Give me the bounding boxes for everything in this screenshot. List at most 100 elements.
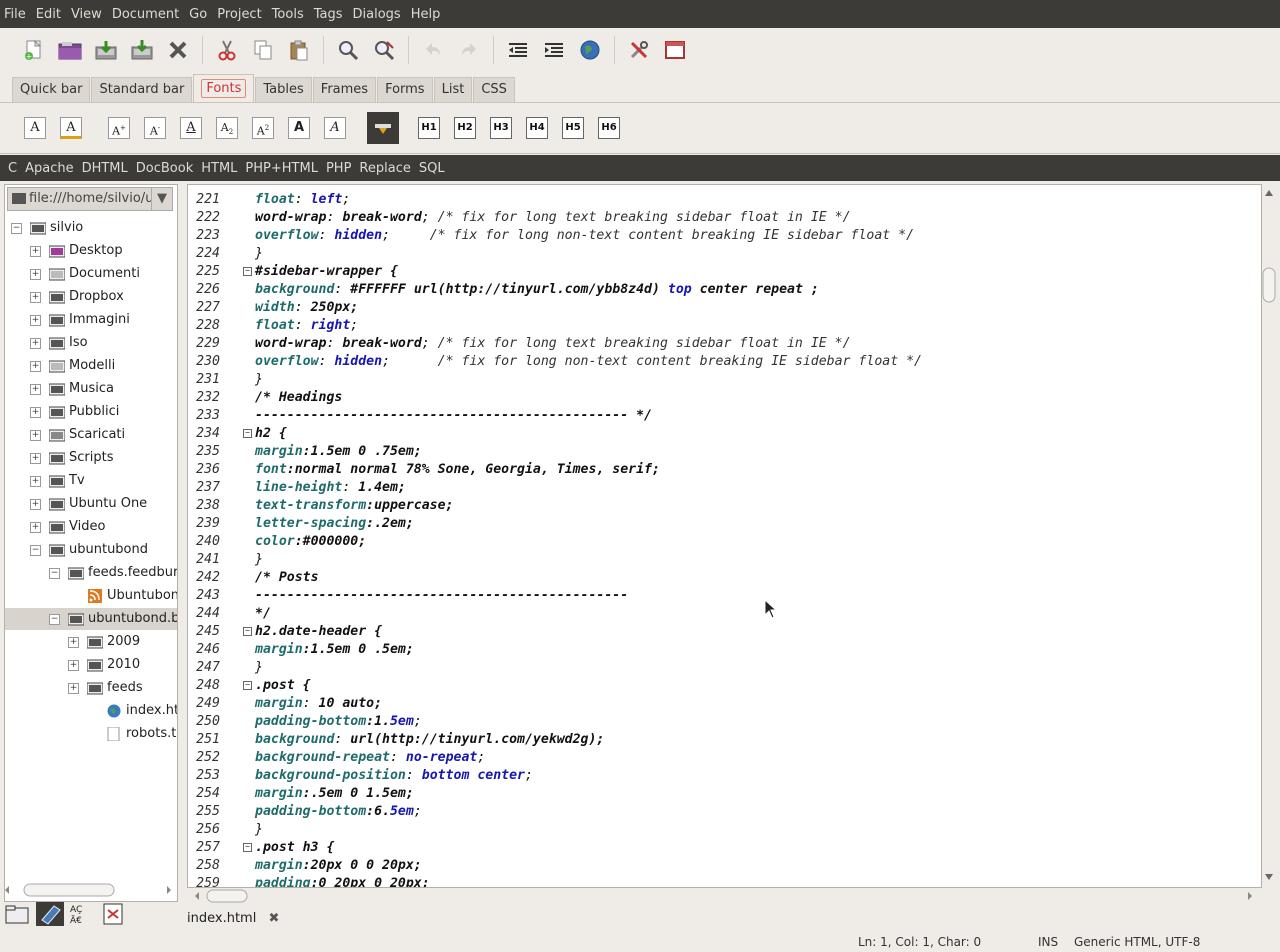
font-size-minus-icon[interactable]: A- xyxy=(144,117,166,139)
expand-icon[interactable]: + xyxy=(30,315,41,326)
fold-icon[interactable]: − xyxy=(243,843,252,852)
collapse-icon[interactable]: − xyxy=(49,568,60,579)
menu-item[interactable]: Dialogs xyxy=(348,7,406,22)
cut-icon[interactable] xyxy=(213,36,241,64)
expand-icon[interactable]: + xyxy=(30,430,41,441)
preferences-icon[interactable] xyxy=(625,36,653,64)
undo-icon[interactable] xyxy=(419,36,447,64)
copy-icon[interactable] xyxy=(249,36,277,64)
tree-item[interactable]: − ubuntubond.blogspot xyxy=(5,608,177,630)
snippet-menu-item[interactable]: Replace xyxy=(355,161,414,176)
save-icon[interactable] xyxy=(92,36,120,64)
tree-item[interactable]: + Dropbox xyxy=(5,286,177,308)
expand-icon[interactable]: + xyxy=(68,683,79,694)
underline-icon[interactable]: A xyxy=(180,117,202,139)
font-size-plus-icon[interactable]: A+ xyxy=(108,117,130,139)
tree-item[interactable]: + Tv xyxy=(5,470,177,492)
menu-item[interactable]: Go xyxy=(184,7,212,22)
tree-item[interactable]: + Video xyxy=(5,516,177,538)
menu-item[interactable]: Document xyxy=(107,7,184,22)
tree-item[interactable]: + Scripts xyxy=(5,447,177,469)
tree-item[interactable]: − silvio xyxy=(5,217,177,239)
chevron-down-icon[interactable]: ▼ xyxy=(151,188,172,210)
find-icon[interactable] xyxy=(334,36,362,64)
expand-icon[interactable]: + xyxy=(30,384,41,395)
bold-icon[interactable]: A xyxy=(288,117,310,139)
code-editor[interactable]: 221 float: left; 222 word-wrap: break-word;… xyxy=(187,184,1262,888)
expand-icon[interactable]: + xyxy=(68,637,79,648)
menu-item[interactable]: Tags xyxy=(309,7,348,22)
subscript-icon[interactable]: A2 xyxy=(216,117,238,139)
expand-icon[interactable]: + xyxy=(30,338,41,349)
document-tab[interactable]: index.html ✖ xyxy=(187,908,279,932)
bookmarks-icon[interactable] xyxy=(36,902,64,926)
close-tab-icon[interactable]: ✖ xyxy=(268,908,279,930)
collapse-icon[interactable]: − xyxy=(49,614,60,625)
fold-icon[interactable]: − xyxy=(243,681,252,690)
tree-item[interactable]: + Modelli xyxy=(5,355,177,377)
highlight-icon[interactable] xyxy=(367,112,399,144)
editor-vertical-scrollbar[interactable] xyxy=(1262,184,1276,886)
tab-fonts[interactable]: Fonts xyxy=(193,74,255,102)
tree-item[interactable]: index.html xyxy=(5,700,177,722)
expand-icon[interactable]: + xyxy=(30,292,41,303)
tree-item[interactable]: + Scaricati xyxy=(5,424,177,446)
tab-css[interactable]: CSS xyxy=(473,77,515,102)
redo-icon[interactable] xyxy=(455,36,483,64)
snippet-menu-item[interactable]: HTML xyxy=(197,161,241,176)
snippet-menu-item[interactable]: DHTML xyxy=(78,161,132,176)
menu-item[interactable]: View xyxy=(66,7,107,22)
tree-item[interactable]: + feeds xyxy=(5,677,177,699)
expand-icon[interactable]: + xyxy=(30,453,41,464)
heading-h1-button[interactable]: H1 xyxy=(418,117,440,139)
tree-item[interactable]: − feeds.feedburner xyxy=(5,562,177,584)
snippet-menu-item[interactable]: PHP xyxy=(322,161,355,176)
collapse-icon[interactable]: − xyxy=(30,545,41,556)
open-file-icon[interactable] xyxy=(56,36,84,64)
tab-tables[interactable]: Tables xyxy=(255,77,312,102)
fold-icon[interactable]: − xyxy=(243,429,252,438)
heading-h5-button[interactable]: H5 xyxy=(562,117,584,139)
tree-item[interactable]: − ubuntubond xyxy=(5,539,177,561)
expand-icon[interactable]: + xyxy=(30,269,41,280)
editor-horizontal-scrollbar[interactable] xyxy=(187,888,1260,904)
expand-icon[interactable]: + xyxy=(68,660,79,671)
fold-icon[interactable]: − xyxy=(243,627,252,636)
new-file-icon[interactable]: + xyxy=(20,36,48,64)
tab-standard-bar[interactable]: Standard bar xyxy=(91,77,193,102)
collapse-icon[interactable]: − xyxy=(11,223,22,234)
filebrowser-icon[interactable] xyxy=(4,902,32,926)
expand-icon[interactable]: + xyxy=(30,407,41,418)
tree-item[interactable]: + Ubuntu One xyxy=(5,493,177,515)
menu-item[interactable]: Project xyxy=(212,7,266,22)
expand-icon[interactable]: + xyxy=(30,246,41,257)
menu-item[interactable]: Help xyxy=(406,7,446,22)
expand-icon[interactable]: + xyxy=(30,522,41,533)
paste-icon[interactable] xyxy=(285,36,313,64)
indent-icon[interactable] xyxy=(540,36,568,64)
tree-item[interactable]: + Iso xyxy=(5,332,177,354)
path-combobox[interactable]: file:///home/silvio/ubuntubond ▼ xyxy=(7,187,173,211)
tab-list[interactable]: List xyxy=(433,77,473,102)
expand-icon[interactable]: + xyxy=(30,361,41,372)
heading-h2-button[interactable]: H2 xyxy=(454,117,476,139)
snippet-menu-item[interactable]: C xyxy=(0,161,21,176)
tab-forms[interactable]: Forms xyxy=(377,77,433,102)
italic-icon[interactable]: A xyxy=(324,117,346,139)
tree-item[interactable]: + Desktop xyxy=(5,240,177,262)
font-color-icon[interactable]: A xyxy=(60,117,82,139)
heading-h4-button[interactable]: H4 xyxy=(526,117,548,139)
tree-item[interactable]: + Documenti xyxy=(5,263,177,285)
tree-item[interactable]: +2009 xyxy=(5,631,177,653)
preview-browser-icon[interactable] xyxy=(576,36,604,64)
heading-h3-button[interactable]: H3 xyxy=(490,117,512,139)
menu-item[interactable]: Edit xyxy=(31,7,66,22)
close-icon[interactable] xyxy=(164,36,192,64)
menu-item[interactable]: Tools xyxy=(267,7,309,22)
tree-item[interactable]: + Immagini xyxy=(5,309,177,331)
tab-quick-bar[interactable]: Quick bar xyxy=(12,77,91,102)
tree-item[interactable]: +2010 xyxy=(5,654,177,676)
charmap-icon[interactable]: AÇ Ä€ xyxy=(68,902,96,926)
heading-h6-button[interactable]: H6 xyxy=(598,117,620,139)
menu-item[interactable]: File xyxy=(0,7,31,22)
